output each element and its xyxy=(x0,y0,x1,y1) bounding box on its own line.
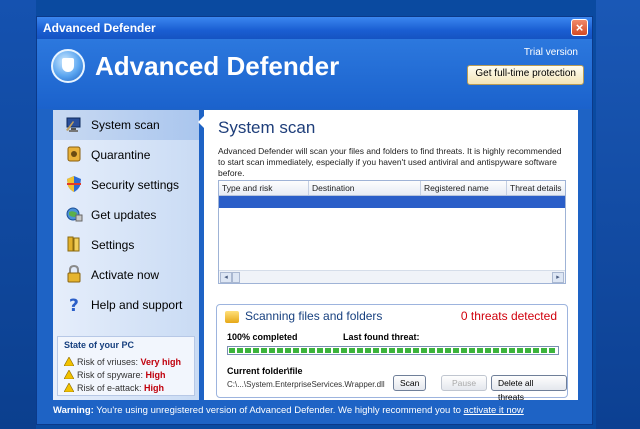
risk-value: High xyxy=(144,383,165,393)
title-bar[interactable]: Advanced Defender × xyxy=(37,17,592,39)
computer-scan-icon xyxy=(66,117,81,132)
warning-icon xyxy=(64,370,74,379)
column-destination[interactable]: Destination xyxy=(309,181,421,195)
svg-text:?: ? xyxy=(69,296,79,313)
settings-books-icon xyxy=(67,236,80,252)
scan-progress-fill xyxy=(229,348,557,353)
column-threat-details[interactable]: Threat details xyxy=(507,181,565,195)
header: Advanced Defender Trial version Get full… xyxy=(37,39,592,109)
horizontal-scrollbar[interactable]: ◂ ▸ xyxy=(219,270,565,283)
window-title: Advanced Defender xyxy=(43,21,156,35)
warning-icon xyxy=(64,357,74,366)
threat-table[interactable]: Type and risk Destination Registered nam… xyxy=(218,180,566,284)
sidebar-item-settings[interactable]: Settings xyxy=(53,230,199,260)
risk-virus: Risk of vriuses: Very high xyxy=(64,357,181,367)
last-threat-label: Last found threat: xyxy=(343,332,420,342)
current-folder-label: Current folder\file xyxy=(227,366,303,376)
risk-spyware: Risk of spyware: High xyxy=(64,370,166,380)
scroll-left-button[interactable]: ◂ xyxy=(220,272,232,283)
pause-button[interactable]: Pause xyxy=(441,375,488,391)
scroll-right-button[interactable]: ▸ xyxy=(552,272,564,283)
trial-label: Trial version xyxy=(523,47,578,58)
page-title: System scan xyxy=(218,118,316,137)
warning-bar: Warning: You're using unregistered versi… xyxy=(53,402,578,420)
desktop-left xyxy=(0,0,36,429)
page-description: Advanced Defender will scan your files a… xyxy=(218,146,562,178)
sidebar-item-get-updates[interactable]: Get updates xyxy=(53,200,199,230)
sidebar-item-label: Quarantine xyxy=(91,148,151,162)
sidebar-item-label: System scan xyxy=(91,118,160,132)
scan-title: Scanning files and folders xyxy=(245,309,383,323)
risk-label: Risk of spyware: xyxy=(77,370,144,380)
scan-panel: Scanning files and folders 0 threats det… xyxy=(216,304,568,402)
scroll-thumb[interactable] xyxy=(232,272,240,283)
warning-icon xyxy=(64,383,74,392)
desktop-right xyxy=(596,0,640,429)
current-folder-path: C:\...\System.EnterpriseServices.Wrapper… xyxy=(227,380,385,389)
main-content: System scan Advanced Defender will scan … xyxy=(204,110,578,402)
sidebar-item-quarantine[interactable]: Quarantine xyxy=(53,140,199,170)
sidebar-item-label: Get updates xyxy=(91,208,157,222)
question-icon: ? xyxy=(69,296,79,313)
sidebar-item-label: Security settings xyxy=(91,178,180,192)
sidebar: System scan Quarantine Security settings… xyxy=(53,110,199,400)
warning-prefix: Warning: xyxy=(53,405,94,416)
app-window: Advanced Defender × Advanced Defender Tr… xyxy=(36,16,593,425)
sidebar-item-activate-now[interactable]: Activate now xyxy=(53,260,199,290)
close-button[interactable]: × xyxy=(571,19,588,36)
scan-progress-bar xyxy=(227,346,559,355)
threat-count: 0 threats detected xyxy=(460,309,557,323)
activate-link[interactable]: activate it now xyxy=(464,405,524,416)
risk-label: Risk of e-attack: xyxy=(77,383,142,393)
globe-update-icon xyxy=(66,207,83,222)
get-protection-button[interactable]: Get full-time protection xyxy=(467,65,584,85)
warning-text: You're using unregistered version of Adv… xyxy=(96,405,461,416)
table-header: Type and risk Destination Registered nam… xyxy=(219,181,565,196)
risk-e-attack: Risk of e-attack: High xyxy=(64,383,164,393)
sidebar-item-security-settings[interactable]: Security settings xyxy=(53,170,199,200)
lock-icon xyxy=(67,265,81,283)
table-row[interactable] xyxy=(219,196,565,208)
folder-icon xyxy=(225,311,239,323)
quarantine-icon xyxy=(67,146,81,162)
scan-button[interactable]: Scan xyxy=(393,375,427,391)
pc-state-box: State of your PC Risk of vriuses: Very h… xyxy=(57,336,195,396)
sidebar-item-label: Help and support xyxy=(91,298,183,312)
risk-value: Very high xyxy=(140,357,182,367)
column-registered-name[interactable]: Registered name xyxy=(421,181,507,195)
column-type-risk[interactable]: Type and risk xyxy=(219,181,309,195)
shield-logo-icon xyxy=(51,49,85,83)
delete-all-threats-button[interactable]: Delete all threats xyxy=(491,375,567,402)
sidebar-item-help-support[interactable]: ? Help and support xyxy=(53,290,199,320)
sidebar-item-label: Settings xyxy=(91,238,135,252)
shield-icon xyxy=(67,176,81,192)
sidebar-item-system-scan[interactable]: System scan xyxy=(53,110,199,140)
app-name: Advanced Defender xyxy=(95,51,340,81)
progress-label: 100% completed xyxy=(227,332,298,342)
risk-label: Risk of vriuses: xyxy=(77,357,139,367)
risk-value: High xyxy=(145,370,166,380)
close-icon: × xyxy=(575,20,584,35)
pc-state-title: State of your PC xyxy=(64,340,135,350)
sidebar-item-label: Activate now xyxy=(91,268,160,282)
